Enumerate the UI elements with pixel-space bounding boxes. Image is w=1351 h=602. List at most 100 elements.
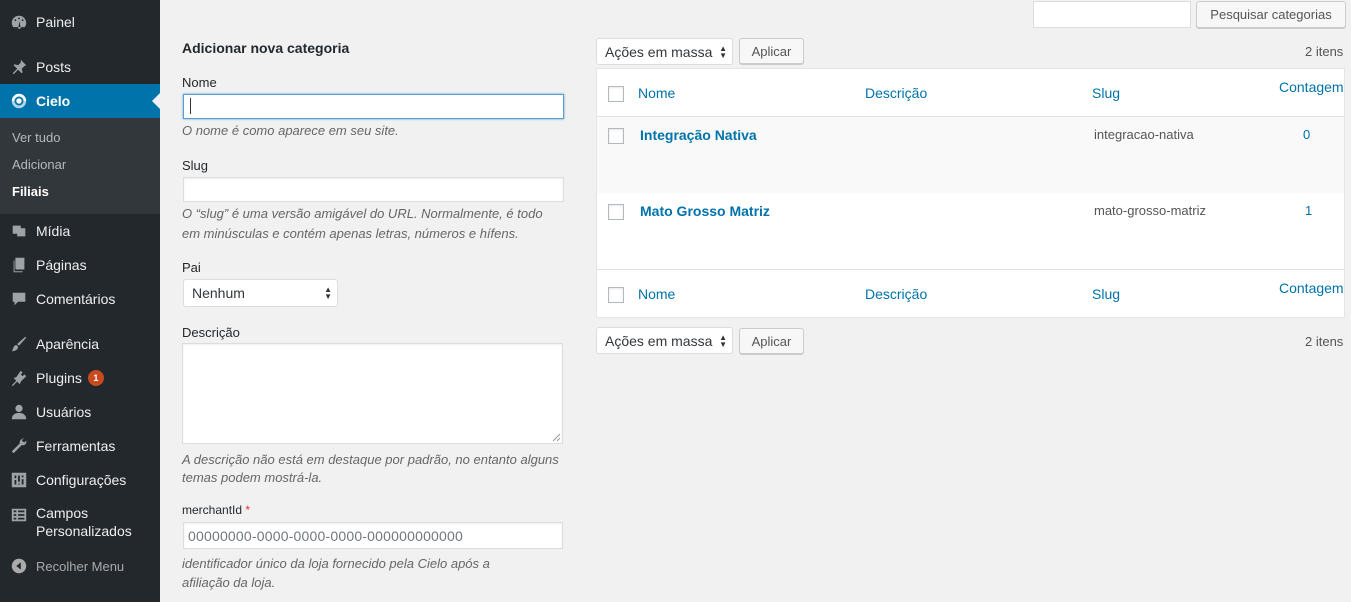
submenu-filiais[interactable]: Filiais (12, 184, 49, 199)
cielo-submenu: Ver tudo Adicionar Filiais (0, 118, 160, 214)
menu-label: Mídia (36, 223, 71, 239)
description-help-line2: temas podem mostrá-la. (182, 470, 323, 485)
menu-item-configuracoes[interactable]: Configurações (0, 463, 160, 497)
collapse-icon (10, 557, 28, 575)
apply-button-bottom[interactable]: Aplicar (739, 328, 804, 354)
column-footer-description[interactable]: Descrição (865, 286, 927, 302)
menu-label: Usuários (36, 404, 92, 420)
submenu-ver-tudo[interactable]: Ver tudo (12, 130, 60, 145)
footer-divider (597, 269, 1344, 270)
row-checkbox[interactable] (608, 204, 624, 220)
media-icon (10, 222, 28, 240)
search-categories-button[interactable]: Pesquisar categorias (1196, 1, 1346, 28)
search-categories-input[interactable] (1033, 1, 1191, 28)
menu-item-posts[interactable]: Posts (0, 50, 160, 84)
category-count-link[interactable]: 0 (1303, 127, 1310, 142)
column-header-description[interactable]: Descrição (865, 85, 927, 101)
update-count-badge: 1 (87, 370, 104, 386)
row-checkbox[interactable] (608, 128, 624, 144)
pages-icon (10, 256, 28, 274)
merchant-id-placeholder: 00000000-0000-0000-0000-000000000000 (188, 528, 464, 544)
category-count-link[interactable]: 1 (1305, 203, 1312, 218)
resize-handle-icon[interactable] (551, 432, 561, 442)
menu-label: Posts (36, 59, 72, 75)
category-slug: integracao-nativa (1094, 127, 1194, 142)
brush-icon (10, 335, 28, 353)
items-count-bottom: 2 itens (1305, 334, 1344, 349)
menu-label: Configurações (36, 472, 127, 488)
select-all-checkbox-footer[interactable] (608, 287, 624, 303)
menu-item-cielo[interactable]: Cielo (0, 84, 160, 118)
settings-icon (10, 471, 28, 489)
menu-item-ferramentas[interactable]: Ferramentas (0, 429, 160, 463)
description-textarea[interactable] (182, 343, 563, 444)
menu-item-usuarios[interactable]: Usuários (0, 395, 160, 429)
menu-label: Plugins (36, 370, 82, 386)
menu-item-plugins[interactable]: Plugins 1 (0, 361, 160, 395)
parent-label: Pai (182, 260, 201, 275)
menu-label: Campos Personalizados (36, 504, 132, 540)
items-count-top: 2 itens (1305, 44, 1344, 59)
plugin-icon (10, 369, 28, 387)
bulk-actions-select-bottom[interactable]: Ações em massa ▲ ▼ (596, 327, 733, 354)
bulk-actions-selected: Ações em massa (605, 43, 713, 60)
submenu-adicionar[interactable]: Adicionar (12, 157, 66, 172)
bulk-actions-selected: Ações em massa (605, 332, 713, 349)
grid-icon (10, 506, 28, 524)
category-name-link[interactable]: Integração Nativa (640, 127, 757, 143)
menu-label-line2: Personalizados (36, 523, 132, 539)
description-label: Descrição (182, 325, 240, 340)
cielo-icon (10, 92, 28, 110)
user-icon (10, 403, 28, 421)
name-label: Nome (182, 75, 217, 90)
name-input[interactable] (183, 94, 564, 119)
slug-input[interactable] (183, 177, 564, 202)
menu-label: Aparência (36, 336, 100, 352)
slug-help-line1: O “slug” é uma versão amigável do URL. N… (182, 206, 543, 221)
text-caret (190, 98, 191, 114)
merchant-id-help-line1: identificador único da loja fornecido pe… (182, 556, 490, 571)
name-help: O nome é como aparece em seu site. (182, 123, 399, 138)
menu-item-comentarios[interactable]: Comentários (0, 282, 160, 316)
slug-label: Slug (182, 158, 209, 173)
bulk-actions-select-top[interactable]: Ações em massa ▲ ▼ (596, 38, 733, 65)
parent-select[interactable]: Nenhum ▲ ▼ (183, 279, 338, 307)
column-footer-count[interactable]: Contagem (1279, 280, 1344, 296)
menu-label: Páginas (36, 257, 87, 273)
collapse-label: Recolher Menu (36, 558, 125, 574)
column-header-count[interactable]: Contagem (1279, 79, 1344, 95)
column-footer-slug[interactable]: Slug (1092, 286, 1120, 302)
parent-selected-value: Nenhum (192, 285, 245, 301)
wrench-icon (10, 437, 28, 455)
dashboard-icon (10, 13, 28, 31)
collapse-menu-button[interactable]: Recolher Menu (0, 549, 160, 583)
category-name-link[interactable]: Mato Grosso Matriz (640, 203, 770, 219)
column-header-slug[interactable]: Slug (1092, 85, 1120, 101)
add-category-title: Adicionar nova categoria (182, 40, 350, 56)
select-all-checkbox[interactable] (608, 86, 624, 102)
merchant-id-help-line2: afiliação da loja. (182, 575, 276, 590)
menu-label: Cielo (36, 93, 71, 109)
admin-sidebar: Painel Posts Cielo Ver tudo Adicionar Fi… (0, 0, 160, 602)
description-help-line1: A descrição não está em destaque por pad… (182, 452, 559, 467)
menu-label: Painel (36, 14, 75, 30)
column-footer-name[interactable]: Nome (638, 286, 675, 302)
menu-label-line1: Campos (36, 505, 89, 521)
categories-table: Nome Descrição Slug Contagem Integração … (596, 68, 1345, 318)
comment-icon (10, 290, 28, 308)
menu-item-painel[interactable]: Painel (0, 5, 160, 39)
select-arrows-icon: ▲ ▼ (719, 333, 727, 349)
merchant-id-label-text: merchantId (182, 503, 243, 517)
required-marker: * (245, 503, 251, 517)
select-arrows-icon: ▲ ▼ (324, 285, 332, 301)
menu-item-paginas[interactable]: Páginas (0, 248, 160, 282)
menu-label: Comentários (36, 291, 116, 307)
pin-icon (10, 58, 28, 76)
menu-item-campos-personalizados[interactable]: Campos Personalizados (0, 504, 160, 544)
column-header-name[interactable]: Nome (638, 85, 675, 101)
apply-button-top[interactable]: Aplicar (739, 38, 804, 64)
menu-item-aparencia[interactable]: Aparência (0, 327, 160, 361)
select-arrows-icon: ▲ ▼ (719, 44, 727, 60)
category-slug: mato-grosso-matriz (1094, 203, 1206, 218)
menu-item-midia[interactable]: Mídia (0, 214, 160, 248)
